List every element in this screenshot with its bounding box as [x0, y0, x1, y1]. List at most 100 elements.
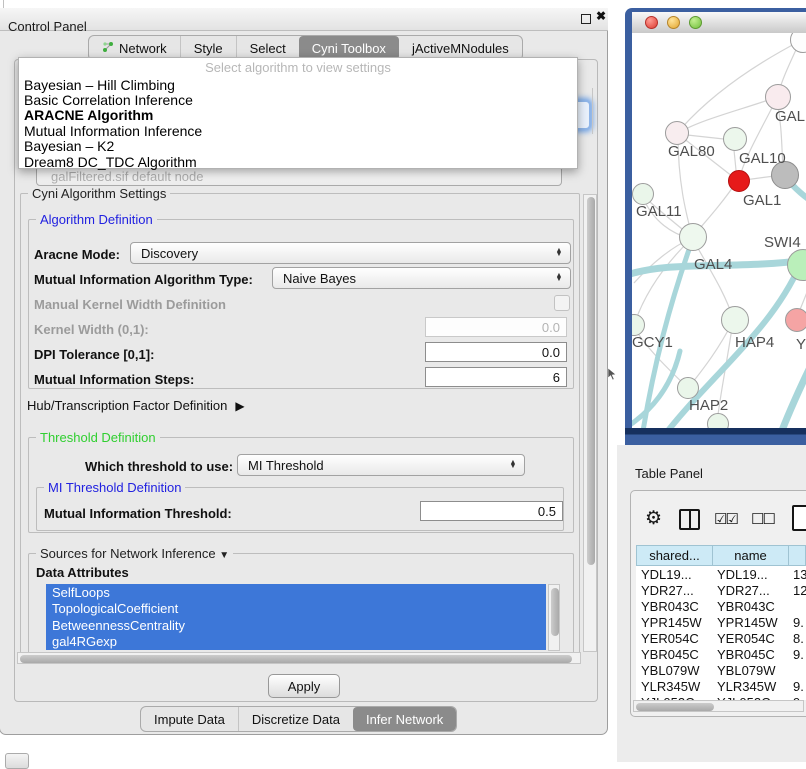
- node-label: Y: [796, 336, 806, 353]
- window-edge-tick: [3, 0, 4, 8]
- export-table-icon[interactable]: [792, 505, 806, 531]
- dpi-tolerance-label: DPI Tolerance [0,1]:: [34, 347, 154, 362]
- network-view-window: GAL GAL80 GAL10 GAL1 GAL11 GAL4 SWI4 GCY…: [625, 8, 806, 445]
- scrollbar-thumb[interactable]: [551, 588, 559, 636]
- control-panel-title: Control Panel: [8, 19, 87, 34]
- kernel-width-label: Kernel Width (0,1):: [34, 322, 149, 337]
- sources-legend-label: Sources for Network Inference: [40, 546, 216, 561]
- dropdown-item[interactable]: Bayesian – Hill Climbing: [19, 77, 577, 92]
- aracne-mode-combo[interactable]: Discovery ▲▼: [130, 242, 571, 264]
- attribute-item-selected[interactable]: SelfLoops: [46, 584, 546, 601]
- table-row[interactable]: YLR345W YLR345W 9.: [636, 678, 806, 694]
- network-node-gal11[interactable]: [632, 183, 654, 205]
- tab-infer-network-label: Infer Network: [366, 712, 443, 727]
- table-row[interactable]: YDL19... YDL19... 13: [636, 566, 806, 582]
- network-node-hap2[interactable]: [677, 377, 699, 399]
- data-attributes-label: Data Attributes: [36, 565, 129, 580]
- network-node-gal[interactable]: [765, 84, 791, 110]
- mi-threshold-input[interactable]: 0.5: [420, 501, 563, 521]
- kernel-width-input[interactable]: 0.0: [425, 317, 567, 337]
- groupbox-edge-fragment: [592, 88, 593, 134]
- network-node-gal80[interactable]: [665, 121, 689, 145]
- zoom-traffic-light-icon[interactable]: [689, 16, 702, 29]
- mi-steps-input[interactable]: 6: [425, 367, 567, 387]
- table-horizontal-scrollbar[interactable]: [633, 700, 804, 712]
- node-label: SWI4: [764, 234, 801, 251]
- column-header-name[interactable]: name: [712, 545, 788, 566]
- dropdown-item[interactable]: Bayesian – K2: [19, 139, 577, 154]
- table-row[interactable]: YBL079W YBL079W: [636, 662, 806, 678]
- network-window-titlebar[interactable]: [632, 12, 806, 34]
- node-label: GAL10: [739, 150, 786, 167]
- network-node-salmon[interactable]: [785, 308, 806, 332]
- algorithm-dropdown-list: Select algorithm to view settings Bayesi…: [18, 57, 578, 169]
- table-row[interactable]: YDR27... YDR27... 12: [636, 582, 806, 598]
- tab-discretize-data[interactable]: Discretize Data: [238, 707, 353, 731]
- which-threshold-label: Which threshold to use:: [85, 459, 233, 474]
- network-graph-icon: [102, 41, 114, 56]
- table-row[interactable]: YBR043C YBR043C: [636, 598, 806, 614]
- dropdown-item-selected[interactable]: ARACNE Algorithm: [19, 108, 577, 123]
- data-table-combo-value: galFiltered.sif default node: [51, 169, 203, 184]
- dpi-tolerance-input[interactable]: 0.0: [425, 342, 567, 362]
- tab-impute-data[interactable]: Impute Data: [141, 707, 238, 731]
- float-window-icon[interactable]: [581, 14, 591, 24]
- combo-stepper-icon: ▲▼: [552, 249, 570, 257]
- scrollbar-thumb[interactable]: [20, 655, 572, 663]
- table-row[interactable]: YBR045C YBR045C 9.: [636, 646, 806, 662]
- node-label: GAL1: [743, 192, 781, 209]
- node-label: GAL11: [636, 203, 682, 220]
- tab-infer-network[interactable]: Infer Network: [353, 707, 456, 731]
- which-threshold-value: MI Threshold: [238, 458, 506, 473]
- network-node[interactable]: [707, 413, 729, 428]
- table-header-row: shared... name: [636, 545, 806, 566]
- split-columns-icon[interactable]: [679, 509, 700, 530]
- deselect-all-unchecked-icon[interactable]: ☐☐: [751, 510, 774, 528]
- aracne-mode-value: Discovery: [131, 246, 552, 261]
- column-header-shared-name[interactable]: shared...: [636, 545, 712, 566]
- attribute-item-selected[interactable]: BetweennessCentrality: [46, 617, 546, 634]
- attribute-list-scrollbar[interactable]: [548, 584, 560, 651]
- sources-legend-row[interactable]: Sources for Network Inference ▼: [36, 546, 233, 561]
- close-panel-icon[interactable]: ✖: [596, 9, 606, 23]
- node-label: GAL: [775, 108, 805, 125]
- apply-button[interactable]: Apply: [268, 674, 340, 698]
- which-threshold-combo[interactable]: MI Threshold ▲▼: [237, 454, 525, 476]
- settings-horizontal-scrollbar[interactable]: [17, 652, 581, 664]
- node-label: HAP4: [735, 334, 774, 351]
- minimize-traffic-light-icon[interactable]: [667, 16, 680, 29]
- hub-definition-label: Hub/Transcription Factor Definition: [27, 398, 227, 413]
- mi-type-combo[interactable]: Naive Bayes ▲▼: [272, 267, 571, 289]
- settings-vertical-scrollbar[interactable]: [583, 194, 597, 652]
- network-node-gal4[interactable]: [679, 223, 707, 251]
- network-node-hap4[interactable]: [721, 306, 749, 334]
- dropdown-item[interactable]: Mutual Information Inference: [19, 123, 577, 138]
- network-node-gal10[interactable]: [723, 127, 747, 151]
- dropdown-item[interactable]: Basic Correlation Inference: [19, 92, 577, 107]
- attribute-item-selected[interactable]: TopologicalCoefficient: [46, 601, 546, 618]
- control-panel-titlebar[interactable]: Control Panel: [0, 8, 608, 31]
- manual-kernel-label: Manual Kernel Width Definition: [34, 297, 226, 312]
- screen: Control Panel ✖ Network Style Select Cyn…: [0, 0, 806, 762]
- partial-bottom-button[interactable]: [5, 753, 29, 769]
- dropdown-item[interactable]: Dream8 DC_TDC Algorithm: [19, 154, 577, 169]
- manual-kernel-checkbox[interactable]: [554, 295, 570, 311]
- network-canvas[interactable]: GAL GAL80 GAL10 GAL1 GAL11 GAL4 SWI4 GCY…: [632, 33, 806, 428]
- table-settings-gear-icon[interactable]: ⚙: [645, 507, 662, 530]
- attribute-item-selected[interactable]: gal4RGexp: [46, 634, 546, 651]
- close-traffic-light-icon[interactable]: [645, 16, 658, 29]
- node-label: GCY1: [632, 334, 673, 351]
- table-row[interactable]: YPR145W YPR145W 9.: [636, 614, 806, 630]
- network-window-bottom-frame: [625, 428, 806, 445]
- network-node-gal1-selected[interactable]: [728, 170, 750, 192]
- column-header-partial[interactable]: [788, 545, 806, 566]
- table-row[interactable]: YER054C YER054C 8.: [636, 630, 806, 646]
- scrollbar-thumb[interactable]: [636, 703, 714, 711]
- node-label: GAL4: [694, 256, 732, 273]
- hub-definition-toggle[interactable]: Hub/Transcription Factor Definition ▶: [27, 398, 245, 413]
- scrollbar-thumb[interactable]: [587, 197, 595, 565]
- select-all-checked-icon[interactable]: ☑☑: [714, 510, 737, 528]
- dropdown-prompt: Select algorithm to view settings: [19, 58, 577, 77]
- collapsed-arrow-icon: ▶: [235, 399, 244, 413]
- mi-type-value: Naive Bayes: [273, 271, 552, 286]
